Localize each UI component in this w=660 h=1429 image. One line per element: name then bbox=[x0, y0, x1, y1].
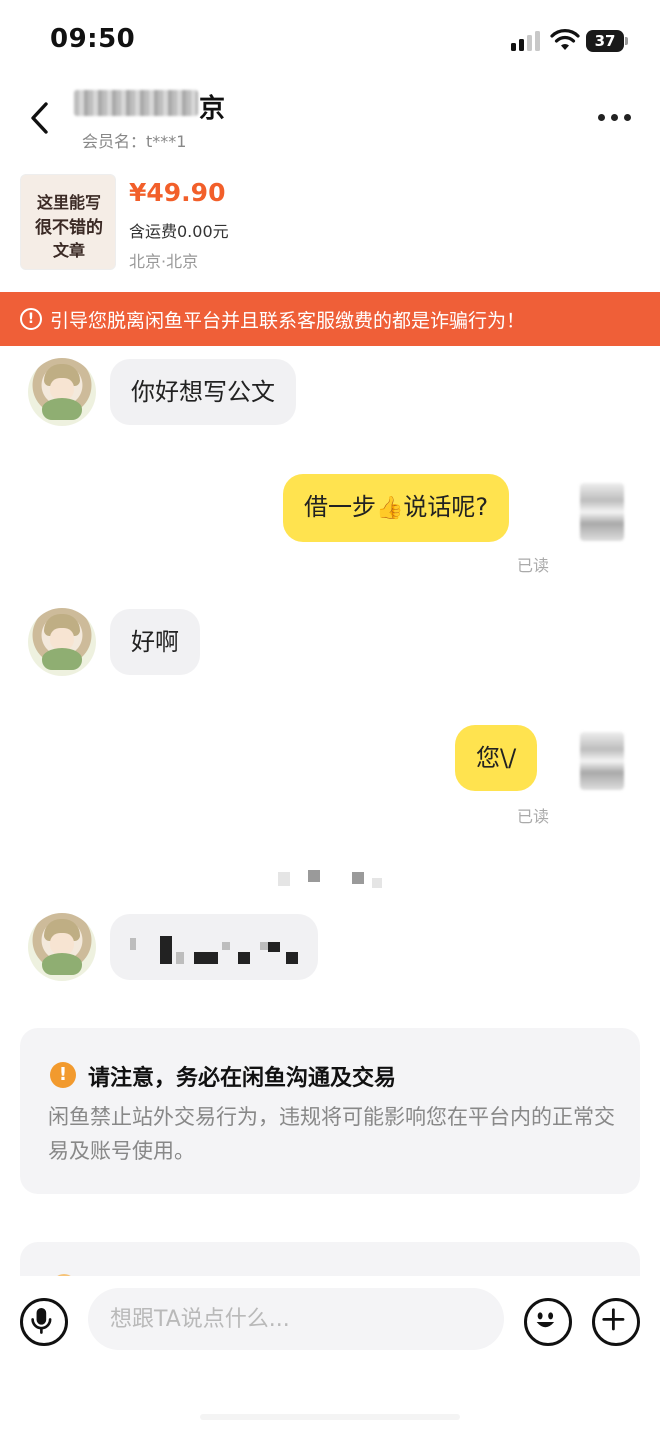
notice-body: 闲鱼禁止站外交易行为，违规将可能影响您在平台内的正常交易及账号使用。 bbox=[48, 1105, 615, 1163]
self-avatar[interactable] bbox=[580, 732, 624, 790]
home-indicator bbox=[200, 1414, 460, 1420]
product-card[interactable]: 这里能写 很不错的 文章 ¥49.90 含运费0.00元 北京·北京 bbox=[0, 168, 660, 290]
message-bubble-outgoing[interactable]: 您\/ bbox=[455, 725, 538, 791]
contact-name: 京 bbox=[199, 94, 226, 124]
fraud-warning-bar: ! 引导您脱离闲鱼平台并且联系客服缴费的都是诈骗行为！ bbox=[0, 292, 660, 346]
message-bubble-redacted[interactable] bbox=[110, 914, 318, 980]
contact-avatar[interactable] bbox=[28, 608, 96, 676]
product-shipping: 含运费0.00元 bbox=[129, 222, 229, 241]
emoji-button[interactable] bbox=[524, 1298, 572, 1346]
alert-circle-icon: ! bbox=[20, 308, 42, 330]
thumb-line-2: 很不错的 bbox=[35, 218, 103, 238]
more-dots-icon[interactable] bbox=[594, 112, 634, 124]
message-bubble-incoming[interactable]: 好啊 bbox=[110, 609, 200, 675]
more-actions-button[interactable] bbox=[592, 1298, 640, 1346]
read-status: 已读 bbox=[517, 556, 550, 575]
status-bar: 09:50 37 bbox=[0, 0, 660, 80]
thumb-line-1: 这里能写 bbox=[36, 193, 101, 212]
plus-icon bbox=[602, 1308, 625, 1331]
contact-avatar[interactable] bbox=[28, 913, 96, 981]
safety-notice-card: ! 请注意，务必在闲鱼沟通及交易 闲鱼禁止站外交易行为，违规将可能影响您在平台内… bbox=[20, 1028, 640, 1194]
timestamp-redacted bbox=[272, 866, 388, 894]
thumbs-up-icon: 👍 bbox=[376, 496, 404, 521]
status-time: 09:50 bbox=[50, 24, 136, 54]
product-thumbnail: 这里能写 很不错的 文章 bbox=[20, 174, 116, 270]
battery-icon: 37 bbox=[586, 30, 628, 52]
notice-title: 请注意，务必在闲鱼沟通及交易 bbox=[88, 1066, 397, 1091]
microphone-button[interactable] bbox=[20, 1298, 68, 1346]
message-input[interactable] bbox=[88, 1288, 504, 1350]
contact-name-redacted bbox=[74, 90, 198, 116]
message-text: 说话呢? bbox=[403, 493, 489, 521]
fraud-warning-text: 引导您脱离闲鱼平台并且联系客服缴费的都是诈骗行为！ bbox=[50, 310, 526, 332]
self-avatar[interactable] bbox=[580, 483, 624, 541]
product-location: 北京·北京 bbox=[129, 252, 199, 271]
battery-level: 37 bbox=[594, 32, 616, 50]
member-name: 会员名：t***1 bbox=[82, 132, 187, 151]
chat-header: 京 会员名：t***1 bbox=[0, 80, 660, 160]
input-bar bbox=[0, 1276, 660, 1429]
thumb-line-3: 文章 bbox=[52, 241, 85, 260]
message-bubble-outgoing[interactable]: 借一步👍说话呢? bbox=[283, 474, 510, 542]
message-bubble-incoming[interactable]: 你好想写公文 bbox=[110, 359, 296, 425]
cellular-signal-icon bbox=[511, 31, 540, 51]
contact-avatar[interactable] bbox=[28, 358, 96, 426]
warning-icon: ! bbox=[50, 1062, 76, 1088]
microphone-icon bbox=[31, 1308, 52, 1334]
wifi-icon bbox=[550, 29, 580, 50]
smiley-icon bbox=[536, 1312, 555, 1328]
read-status: 已读 bbox=[517, 807, 550, 826]
back-chevron-icon[interactable] bbox=[24, 98, 60, 138]
message-text: 借一步 bbox=[304, 493, 376, 521]
product-price: ¥49.90 bbox=[129, 178, 226, 207]
